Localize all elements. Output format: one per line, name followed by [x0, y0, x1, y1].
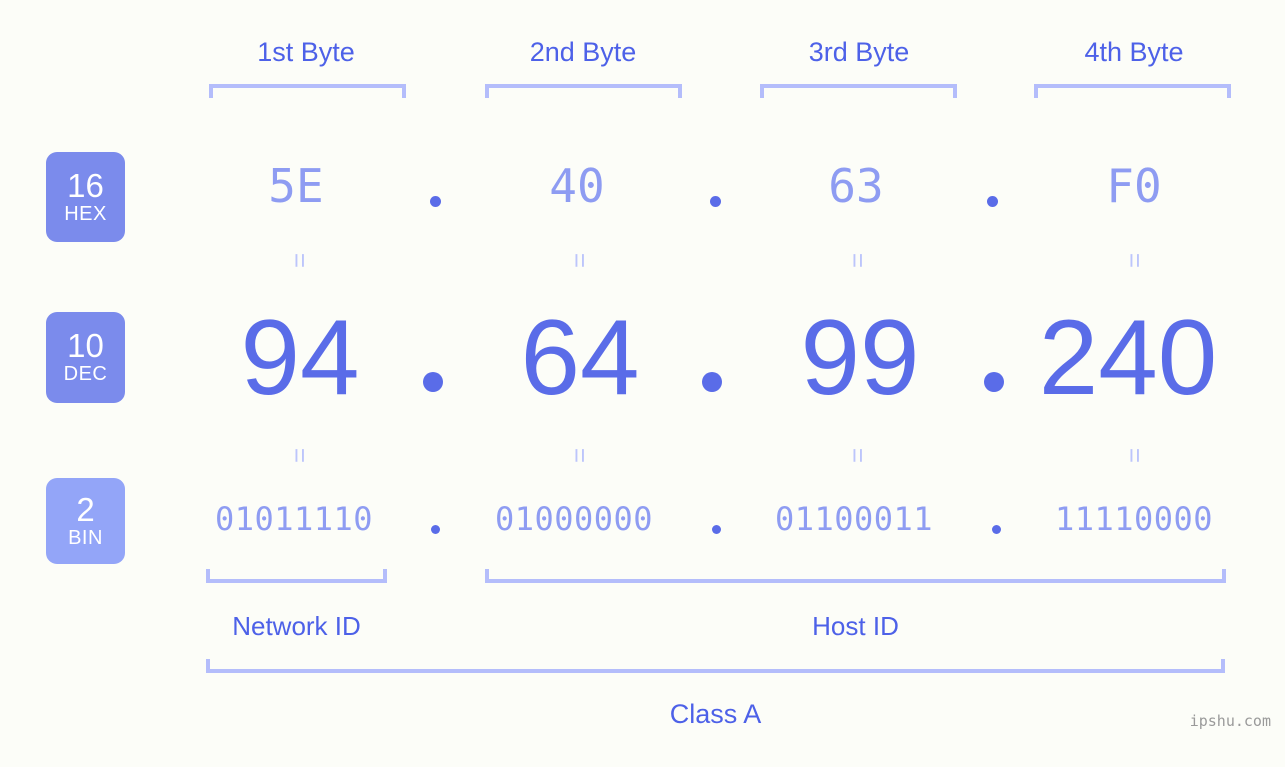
equals-dec-bin-4: = — [1120, 447, 1150, 463]
host-id-bracket — [485, 569, 1226, 583]
equals-dec-bin-2: = — [565, 447, 595, 463]
network-id-label: Network ID — [232, 611, 361, 641]
byte-bracket-1 — [209, 84, 406, 98]
base-badge-hex-number: 16 — [67, 166, 104, 204]
bin-separator-dot-1 — [431, 525, 440, 534]
ip-address-breakdown-diagram: 1st Byte 2nd Byte 3rd Byte 4th Byte 16 H… — [0, 0, 1285, 767]
byte-header-3: 3rd Byte — [808, 37, 910, 67]
dec-separator-dot-3 — [984, 372, 1004, 392]
byte-bracket-2 — [485, 84, 682, 98]
network-id-bracket — [206, 569, 387, 583]
equals-hex-dec-3: = — [843, 252, 873, 268]
hex-octet-1: 5E — [268, 159, 324, 213]
base-badge-hex: 16 HEX — [46, 152, 125, 242]
base-badge-hex-name: HEX — [64, 202, 107, 225]
hex-separator-dot-2 — [710, 196, 721, 207]
bin-octet-2: 01000000 — [494, 500, 654, 538]
dec-octet-2: 64 — [520, 297, 640, 417]
bin-separator-dot-2 — [712, 525, 721, 534]
base-badge-bin: 2 BIN — [46, 478, 125, 564]
dec-octet-1: 94 — [240, 297, 360, 417]
bin-octet-4: 11110000 — [1054, 500, 1214, 538]
dec-octet-4: 240 — [1038, 297, 1218, 417]
hex-octet-4: F0 — [1106, 159, 1162, 213]
equals-dec-bin-1: = — [285, 447, 315, 463]
dec-separator-dot-1 — [423, 372, 443, 392]
base-badge-bin-name: BIN — [68, 526, 103, 549]
byte-bracket-3 — [760, 84, 957, 98]
byte-bracket-4 — [1034, 84, 1231, 98]
equals-dec-bin-3: = — [843, 447, 873, 463]
hex-octet-2: 40 — [549, 159, 605, 213]
hex-separator-dot-1 — [430, 196, 441, 207]
byte-header-4: 4th Byte — [1084, 37, 1184, 67]
bin-octet-1: 01011110 — [214, 500, 374, 538]
byte-header-2: 2nd Byte — [529, 37, 637, 67]
equals-hex-dec-4: = — [1120, 252, 1150, 268]
base-badge-bin-number: 2 — [76, 490, 95, 528]
equals-hex-dec-2: = — [565, 252, 595, 268]
class-label: Class A — [669, 699, 762, 729]
dec-octet-3: 99 — [800, 297, 920, 417]
base-badge-dec-name: DEC — [63, 363, 108, 385]
hex-octet-3: 63 — [828, 159, 884, 213]
dec-separator-dot-2 — [702, 372, 722, 392]
base-badge-dec-number: 10 — [67, 327, 104, 364]
class-bracket — [206, 659, 1225, 673]
host-id-label: Host ID — [812, 611, 899, 641]
base-badge-dec: 10 DEC — [46, 312, 125, 403]
bin-octet-3: 01100011 — [774, 500, 934, 538]
site-watermark: ipshu.com — [1189, 712, 1271, 730]
bin-separator-dot-3 — [992, 525, 1001, 534]
hex-separator-dot-3 — [987, 196, 998, 207]
equals-hex-dec-1: = — [285, 252, 315, 268]
byte-header-1: 1st Byte — [257, 37, 355, 67]
